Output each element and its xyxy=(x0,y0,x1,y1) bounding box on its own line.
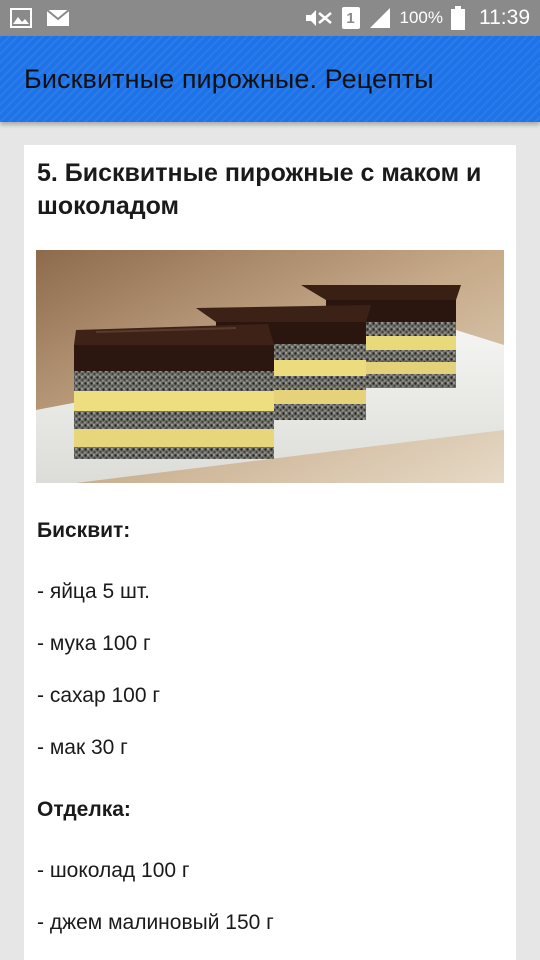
section-heading-decoration: Отделка: xyxy=(37,798,131,821)
battery-icon xyxy=(451,6,465,30)
clock: 11:39 xyxy=(479,6,530,29)
recipe-photo xyxy=(36,250,504,483)
recipe-card[interactable]: 5. Бисквитные пирожные с маком и шоколад… xyxy=(24,145,516,960)
ingredient-item: - сахар 100 г xyxy=(37,684,160,707)
ingredient-item: - джем малиновый 150 г xyxy=(37,911,274,934)
signal-icon xyxy=(368,7,392,29)
status-bar: 1 100% 11:39 xyxy=(0,0,540,36)
recipe-title: 5. Бисквитные пирожные с маком и шоколад… xyxy=(37,159,482,220)
sim-icon: 1 xyxy=(341,7,360,29)
battery-percent: 100% xyxy=(399,8,443,27)
mail-icon xyxy=(46,9,70,27)
ingredient-item: - мак 30 г xyxy=(37,736,128,759)
ingredient-item: - шоколад 100 г xyxy=(37,859,190,882)
gallery-icon xyxy=(10,8,32,28)
app-title: Бисквитные пирожные. Рецепты xyxy=(24,63,434,94)
mute-icon xyxy=(304,7,334,29)
section-heading-biscuit: Бисквит: xyxy=(37,519,131,542)
ingredient-item: - мука 100 г xyxy=(37,632,151,655)
ingredient-item: - яйца 5 шт. xyxy=(37,580,150,603)
app-bar: Бисквитные пирожные. Рецепты xyxy=(0,36,540,122)
